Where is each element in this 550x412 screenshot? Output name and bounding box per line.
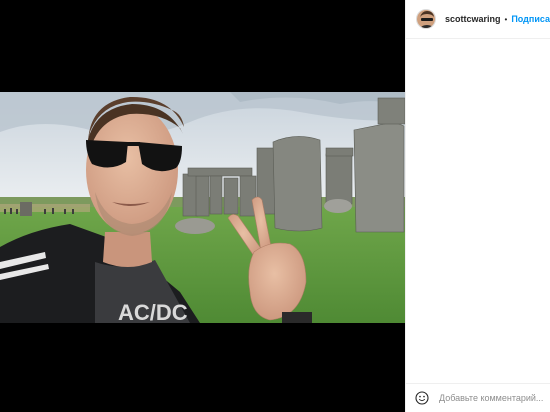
- avatar-image: [417, 10, 435, 28]
- instagram-post-view: AC/DC scottcwaring • Подписа Добавьте ко…: [0, 0, 550, 412]
- post-header: scottcwaring • Подписаться: [406, 0, 550, 39]
- follow-button[interactable]: Подписаться: [511, 14, 550, 24]
- selfie-stonehenge-image: AC/DC: [0, 92, 405, 323]
- shirt-logo-text: AC/DC: [118, 300, 188, 323]
- post-media: AC/DC: [0, 0, 405, 412]
- avatar[interactable]: [416, 9, 436, 29]
- post-side-panel: scottcwaring • Подписаться: [405, 0, 550, 412]
- post-username[interactable]: scottcwaring: [445, 14, 501, 24]
- header-separator: •: [504, 14, 508, 24]
- post-photo[interactable]: AC/DC: [0, 92, 405, 323]
- smiley-face-icon[interactable]: [415, 391, 429, 405]
- comment-input[interactable]: [439, 393, 543, 403]
- comment-bar: [406, 383, 550, 412]
